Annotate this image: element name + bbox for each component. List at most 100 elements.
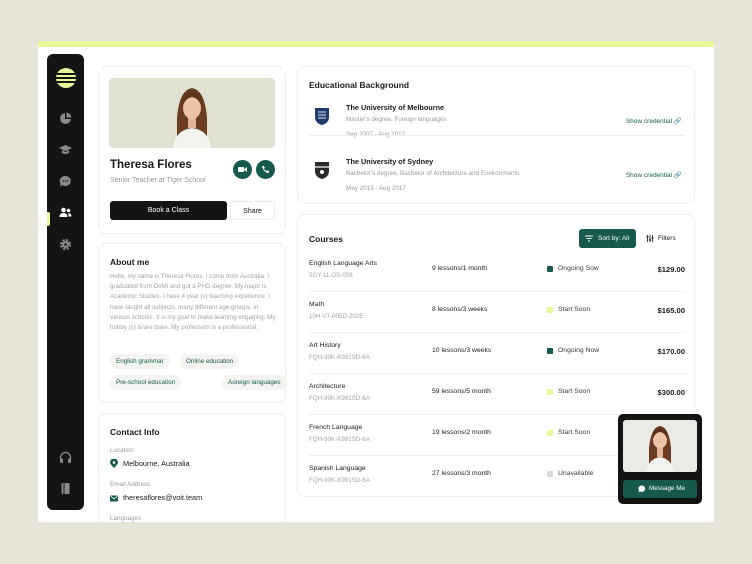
profile-role: Senior Teacher at Tiger School — [110, 177, 206, 184]
row-divider — [309, 332, 685, 333]
contact-title: Contact Info — [110, 427, 160, 437]
sort-button[interactable]: Sort by: All — [579, 229, 636, 248]
video-call-popup: Message Me — [618, 414, 702, 504]
course-code: 5GY-11-OS-008 — [309, 272, 353, 279]
graduation-cap-icon[interactable] — [59, 143, 72, 156]
about-card: About me Hello, my name is Theresa Flore… — [98, 243, 287, 403]
edu-school-1: The University of Melbourne — [346, 103, 445, 112]
email-label: Email Address — [110, 481, 151, 488]
sidebar — [47, 54, 84, 510]
book-class-button[interactable]: Book a Class — [110, 201, 227, 220]
profile-card: Theresa Flores Senior Teacher at Tiger S… — [98, 66, 286, 234]
app-window: Theresa Flores Senior Teacher at Tiger S… — [38, 41, 714, 522]
course-price: $129.00 — [657, 265, 685, 274]
active-indicator — [47, 212, 50, 226]
course-name: Math — [309, 301, 325, 308]
tag-english-grammar[interactable]: English grammar — [110, 354, 170, 369]
chat-icon[interactable] — [59, 175, 72, 188]
course-code: FQH-90K-K991SD-6A — [309, 436, 370, 443]
link-icon: 🔗 — [673, 118, 682, 125]
course-name: Architecture — [309, 383, 346, 390]
filter-icon — [646, 235, 654, 242]
sydney-crest-icon — [315, 162, 329, 179]
profile-photo — [109, 78, 275, 148]
share-button[interactable]: Share — [230, 201, 275, 220]
location-value: Melbourne, Australia — [123, 459, 190, 468]
course-status: Start Soon — [558, 306, 591, 313]
tag-foreign-languages[interactable]: Aoreign languages — [222, 375, 287, 390]
edu-degree-1: Master's degree, Foreign languages — [346, 116, 447, 123]
video-call-button[interactable] — [233, 160, 252, 179]
location-label: Location — [110, 447, 134, 454]
tag-online-education[interactable]: Online education — [180, 354, 240, 369]
melbourne-crest-icon — [315, 108, 329, 125]
course-name: Art History — [309, 342, 341, 349]
video-feed — [623, 420, 697, 472]
message-me-button[interactable]: Message Me — [623, 480, 697, 498]
course-row[interactable]: English Language Arts 5GY-11-OS-008 9 le… — [298, 250, 696, 291]
link-icon: 🔗 — [673, 172, 682, 179]
courses-title: Courses — [309, 234, 344, 244]
sort-label: Sort by: All — [598, 235, 630, 242]
course-name: Spanish Language — [309, 465, 366, 472]
phone-call-button[interactable] — [256, 160, 275, 179]
course-lessons: 59 lessons/5 month — [432, 388, 491, 395]
education-card: Educational Background The University of… — [297, 66, 695, 204]
location-pin-icon — [110, 459, 118, 468]
course-code: 10H-V7-005D-202E — [309, 313, 364, 320]
show-credential-link-1[interactable]: Show credential 🔗 — [626, 117, 682, 125]
course-code: FQH-90K-K991SD-6A — [309, 395, 370, 402]
headphones-icon[interactable] — [59, 451, 72, 464]
status-dot — [547, 307, 553, 313]
course-status: Start Soon — [558, 388, 591, 395]
book-icon[interactable] — [59, 482, 72, 495]
chat-bubble-icon — [638, 485, 646, 493]
course-code: FQH-90K-K991SD-6A — [309, 477, 370, 484]
course-lessons: 10 lessons/3 weeks — [432, 347, 492, 354]
languages-label: Languages — [110, 515, 142, 522]
show-credential-label-2: Show credential — [625, 172, 673, 179]
show-credential-link-2[interactable]: Show credential 🔗 — [626, 171, 682, 179]
course-status: Ongoing Now — [558, 347, 600, 354]
users-icon[interactable] — [59, 206, 72, 219]
course-code: FQH-90K-K991SD-6A — [309, 354, 370, 361]
course-row[interactable]: Art History FQH-90K-K991SD-6A 10 lessons… — [298, 332, 696, 373]
top-accent-bar — [38, 41, 714, 47]
course-status: Ongoing Sow — [558, 265, 599, 272]
row-divider — [309, 373, 685, 374]
course-lessons: 8 lessons/3 weeks — [432, 306, 488, 313]
status-dot — [547, 266, 553, 272]
course-lessons: 19 lessons/2 month — [432, 429, 491, 436]
edu-dates-2: May 2013 - Aug 2017 — [346, 185, 406, 192]
status-dot — [547, 389, 553, 395]
chart-icon[interactable] — [59, 112, 72, 125]
phone-icon — [262, 166, 269, 174]
status-dot — [547, 430, 553, 436]
status-dot — [547, 348, 553, 354]
course-status: Unavailable — [558, 470, 594, 477]
course-row[interactable]: Architecture FQH-90K-K991SD-6A 59 lesson… — [298, 373, 696, 414]
message-me-label: Message Me — [649, 485, 686, 492]
course-name: French Language — [309, 424, 363, 431]
filters-button[interactable]: Filters — [642, 229, 686, 248]
edu-school-2: The University of Sydney — [346, 157, 434, 166]
filters-label: Filters — [658, 235, 676, 242]
course-price: $170.00 — [657, 347, 685, 356]
status-dot — [547, 471, 553, 477]
logo[interactable] — [56, 68, 76, 88]
mail-icon — [110, 495, 118, 502]
edu-degree-2: Bachelor's degree, Bachelor of Architect… — [346, 170, 520, 177]
profile-name: Theresa Flores — [110, 159, 192, 171]
course-lessons: 27 lessons/3 month — [432, 470, 491, 477]
gear-icon[interactable] — [59, 238, 72, 251]
tag-preschool-education[interactable]: Pre-school education — [110, 375, 182, 390]
course-name: English Language Arts — [309, 260, 378, 267]
row-divider — [309, 291, 685, 292]
email-value[interactable]: theresaflores@voit.team — [123, 493, 202, 502]
course-lessons: 9 lessons/1 month — [432, 265, 488, 272]
sort-icon — [585, 235, 593, 242]
course-row[interactable]: Math 10H-V7-005D-202E 8 lessons/3 weeks … — [298, 291, 696, 332]
contact-card: Contact Info Location Melbourne, Austral… — [98, 413, 286, 522]
education-title: Educational Background — [309, 80, 410, 90]
video-camera-icon — [238, 167, 247, 172]
